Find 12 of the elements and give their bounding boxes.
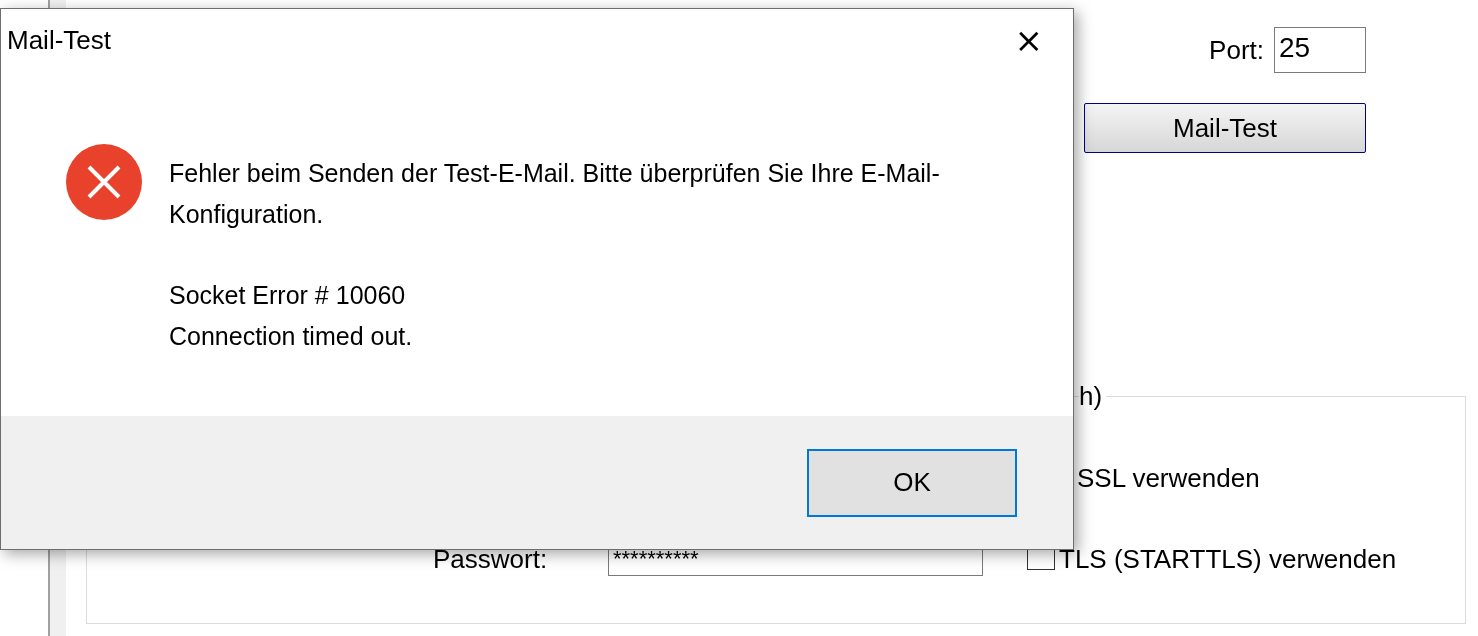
- port-field[interactable]: 25: [1274, 27, 1366, 73]
- mail-test-button[interactable]: Mail-Test: [1084, 103, 1366, 153]
- ok-button[interactable]: OK: [807, 448, 1017, 517]
- tls-label: TLS (STARTTLS) verwenden: [1059, 544, 1397, 574]
- close-button[interactable]: ×: [1006, 20, 1051, 60]
- error-message: Socket Error # 10060 Connection timed out.: [169, 280, 414, 352]
- error-icon: [65, 143, 143, 221]
- dialog-title: Mail-Test: [7, 24, 111, 56]
- port-label: Port:: [1209, 34, 1264, 66]
- password-label: Passwort:: [433, 544, 549, 574]
- error-message: Fehler beim Senden der Test-E-Mail. Bitte überprüfen Sie Ihre E-Mail-Konfiguration.: [169, 158, 941, 230]
- ssl-label: SSL verwenden: [1077, 463, 1260, 493]
